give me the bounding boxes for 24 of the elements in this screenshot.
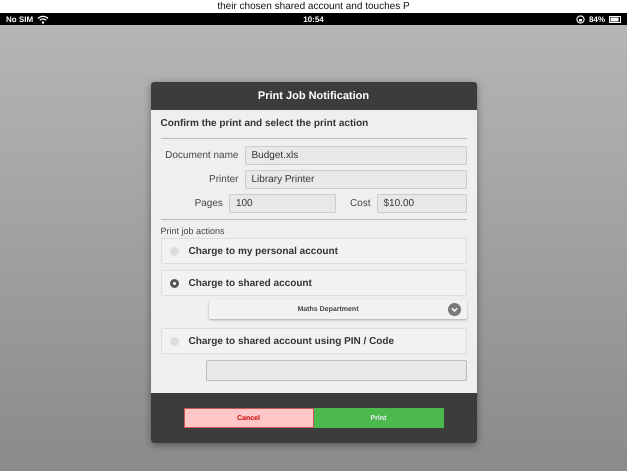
radio-option[interactable]: Charge to my personal account: [160, 238, 466, 264]
battery-text: 84%: [588, 14, 605, 24]
field-label: Pages: [194, 198, 223, 209]
input-field[interactable]: Budget.xls: [244, 146, 466, 165]
field-label: Printer: [208, 174, 238, 185]
field-label: Document name: [164, 150, 238, 161]
input-field[interactable]: Library Printer: [244, 170, 466, 189]
pin-input-field[interactable]: [206, 360, 466, 381]
rotation-lock-icon: [576, 14, 585, 24]
input-field[interactable]: 100: [228, 194, 336, 213]
section-label: Print job actions: [160, 226, 226, 236]
wifi-icon: [37, 14, 50, 24]
carrier-text: No SIM: [6, 14, 34, 24]
radio-button[interactable]: [170, 278, 178, 288]
input-field[interactable]: $10.00: [376, 194, 466, 213]
radio-option[interactable]: Charge to shared account: [160, 270, 466, 296]
field-label: Cost: [350, 198, 370, 209]
chevron-down-icon: [448, 303, 460, 316]
battery-icon: [609, 16, 621, 22]
dialog-title: Print Job Notification: [258, 90, 370, 102]
dialog-heading: Confirm the print and select the print action: [160, 118, 370, 129]
clock-text: 10:54: [303, 14, 324, 24]
radio-option[interactable]: Charge to shared account using PIN / Code: [160, 328, 466, 354]
caption-text: their chosen shared account and touches P: [217, 0, 410, 12]
